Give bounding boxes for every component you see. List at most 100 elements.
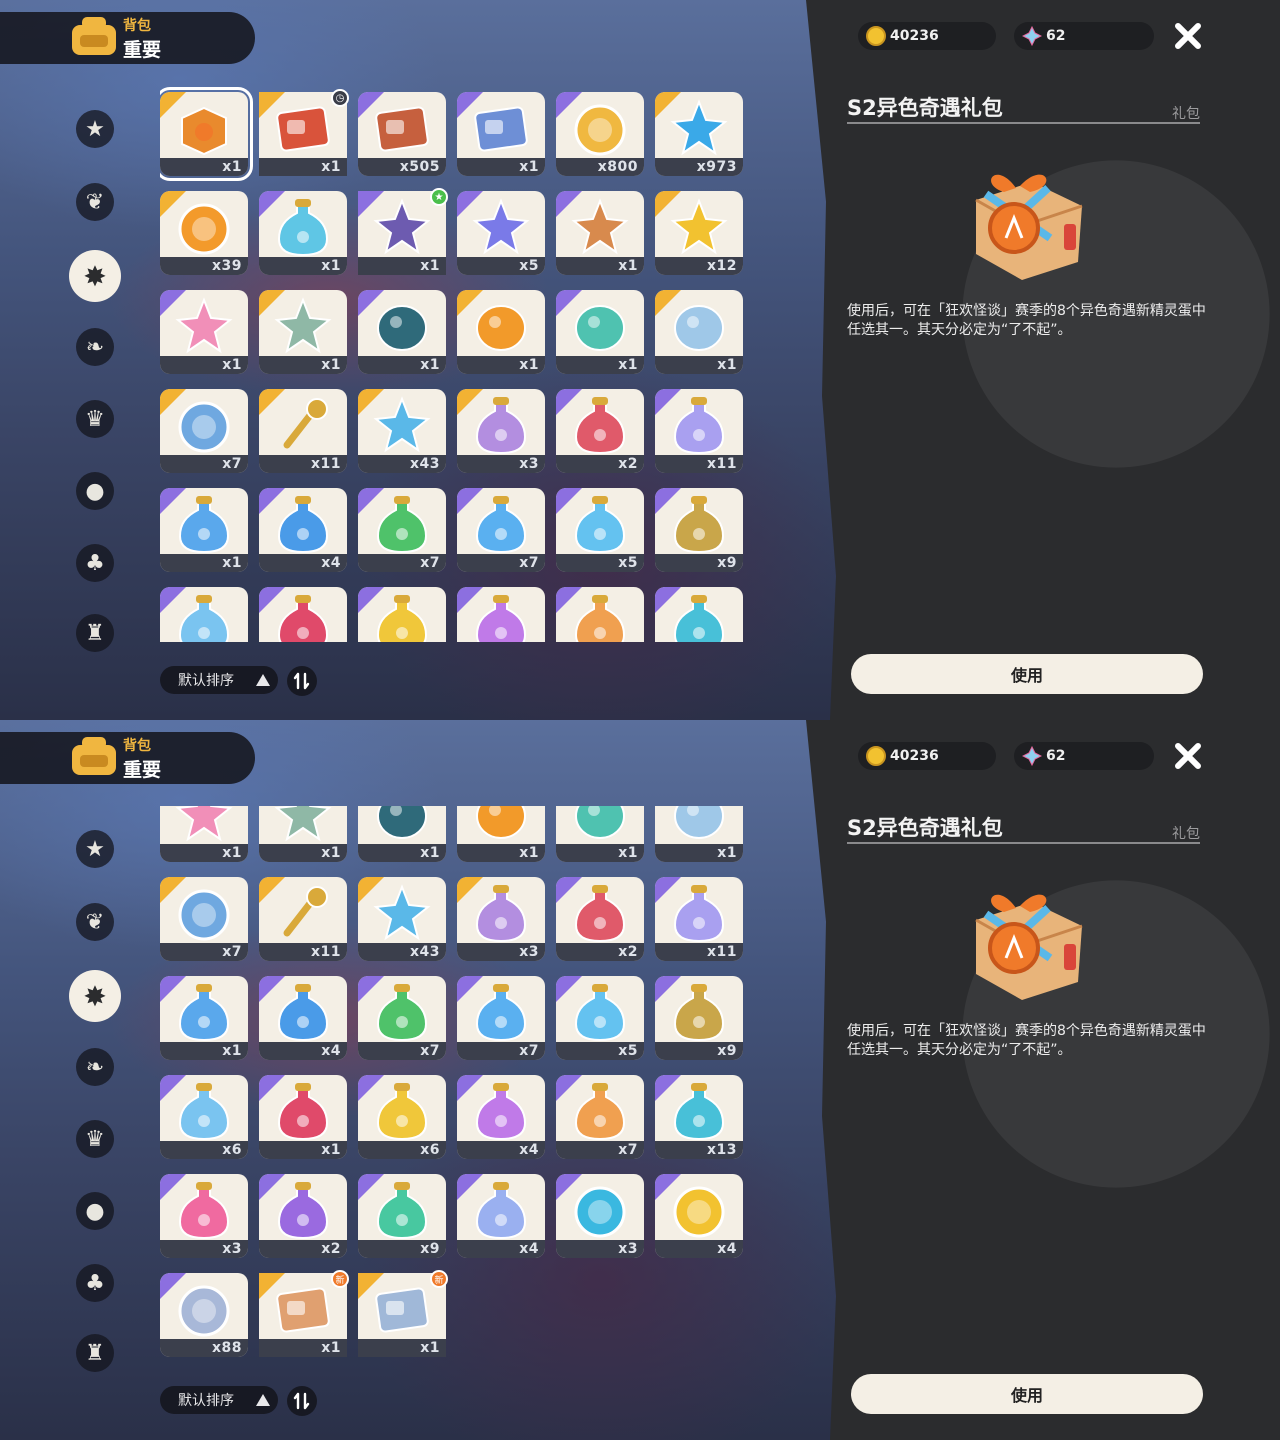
inventory-slot-crystal-potion[interactable]: x11 — [655, 389, 743, 473]
category-crown-card-icon[interactable]: ♛ — [76, 1120, 114, 1158]
inventory-slot-sky-potion[interactable]: x5 — [556, 976, 644, 1060]
inventory-slot-purple-gem[interactable]: x5 — [457, 191, 545, 275]
inventory-slot-green-potion[interactable]: x7 — [358, 976, 446, 1060]
category-acorn-icon[interactable]: ♣ — [76, 1264, 114, 1302]
category-sofa-icon[interactable]: ♜ — [76, 614, 114, 652]
close-icon[interactable] — [1170, 738, 1206, 774]
inventory-slot-rainbow-potion[interactable]: x3 — [457, 389, 545, 473]
inventory-slot-gold-key[interactable]: x11 — [259, 877, 347, 961]
inventory-slot-blue-crystal[interactable]: x973 — [655, 92, 743, 176]
inventory-slot-night-egg[interactable]: x1 — [358, 806, 446, 862]
amber-potion-icon — [376, 595, 428, 642]
gem-icon — [1022, 746, 1042, 766]
category-star-badge-icon[interactable]: ★ — [76, 110, 114, 148]
category-dice-leaf-icon[interactable]: ❧ — [76, 328, 114, 366]
use-button[interactable]: 使用 — [851, 654, 1203, 694]
category-leaf-icon[interactable]: ❦ — [76, 903, 114, 941]
inventory-slot-pink-star-crystal[interactable]: x1 — [160, 290, 248, 374]
inventory-slot-night-egg[interactable]: x1 — [358, 290, 446, 374]
sort-order-toggle[interactable] — [287, 666, 317, 696]
inventory-slot-sky-potion[interactable]: x5 — [556, 488, 644, 572]
inventory-slot-orange-medal[interactable]: x39 — [160, 191, 248, 275]
inventory-slot-moon-potion[interactable]: x2 — [259, 1174, 347, 1258]
inventory-slot-ice-potion[interactable] — [160, 587, 248, 642]
category-dice-leaf-icon[interactable]: ❧ — [76, 1048, 114, 1086]
sort-dropdown[interactable]: 默认排序 — [160, 1386, 278, 1414]
category-cookie-icon[interactable]: ● — [76, 1192, 114, 1230]
close-icon[interactable] — [1170, 18, 1206, 54]
inventory-slot-amber-potion[interactable] — [358, 587, 446, 642]
inventory-slot-mirror[interactable]: x1 — [655, 290, 743, 374]
inventory-slot-fox-mask[interactable]: x1 — [556, 806, 644, 862]
inventory-slot-mint-potion[interactable]: x9 — [358, 1174, 446, 1258]
inventory-slot-gold-potion[interactable]: x9 — [655, 976, 743, 1060]
inventory-slot-gold-star[interactable]: x12 — [655, 191, 743, 275]
inventory-slot-blue-ring[interactable]: x7 — [160, 389, 248, 473]
category-crown-card-icon[interactable]: ♛ — [76, 400, 114, 438]
inventory-slot-crown-crystal[interactable]: x1 — [259, 290, 347, 374]
inventory-slot-blue-flask[interactable]: x1 — [160, 976, 248, 1060]
inventory-slot-star-wand[interactable]: x43 — [358, 877, 446, 961]
inventory-slot-heart-potion[interactable]: x3 — [160, 1174, 248, 1258]
category-sparkle-star-icon[interactable]: ✸ — [69, 970, 121, 1022]
inventory-slot-ruby-potion[interactable] — [259, 587, 347, 642]
inventory-slot-orange-potion[interactable]: x7 — [556, 1075, 644, 1159]
id-card-icon — [474, 106, 528, 152]
category-star-badge-icon[interactable]: ★ — [76, 830, 114, 868]
inventory-slot-rabbit-card[interactable]: x505 — [358, 92, 446, 176]
sort-order-toggle[interactable] — [287, 1386, 317, 1416]
inventory-slot-blue-ring[interactable]: x7 — [160, 877, 248, 961]
inventory-slot-teal-potion[interactable]: x13 — [655, 1075, 743, 1159]
inventory-slot-silver-coin[interactable]: x88 — [160, 1273, 248, 1357]
inventory-slot-ruby-potion[interactable]: x1 — [259, 1075, 347, 1159]
inventory-slot-water-scroll[interactable]: x1 新 — [358, 1270, 448, 1357]
inventory-slot-azure-potion[interactable]: x7 — [457, 976, 545, 1060]
inventory-slot-water-bottle[interactable]: x1 — [259, 191, 347, 275]
inventory-slot-orange-potion[interactable] — [556, 587, 644, 642]
item-grid-viewport[interactable]: x1 x1 x1 x1 x1 x1 x7 x11 x43 x3 x2 x11 x1 x4 x7 x7 x5 x9 x… — [160, 806, 760, 1362]
inventory-slot-violet-potion[interactable]: x4 — [457, 1075, 545, 1159]
inventory-slot-gold-potion[interactable]: x9 — [655, 488, 743, 572]
category-cookie-icon[interactable]: ● — [76, 472, 114, 510]
inventory-slot-mirror[interactable]: x1 — [655, 806, 743, 862]
inventory-slot-amber-potion[interactable]: x6 — [358, 1075, 446, 1159]
inventory-slot-teal-potion[interactable] — [655, 587, 743, 642]
inventory-slot-ice-potion[interactable]: x6 — [160, 1075, 248, 1159]
inventory-slot-flame-flower[interactable]: x1 — [457, 290, 545, 374]
inventory-slot-id-card[interactable]: x1 — [457, 92, 545, 176]
inventory-slot-violet-potion[interactable] — [457, 587, 545, 642]
inventory-slot-star-box[interactable]: x1 — [556, 191, 644, 275]
inventory-slot-gold-key[interactable]: x11 — [259, 389, 347, 473]
category-sofa-icon[interactable]: ♜ — [76, 1334, 114, 1372]
item-count: x1 — [321, 1340, 341, 1356]
inventory-slot-rainbow-potion[interactable]: x3 — [457, 877, 545, 961]
inventory-slot-fire-scroll[interactable]: x1 新 — [259, 1270, 349, 1357]
inventory-slot-fox-mask[interactable]: x1 — [556, 290, 644, 374]
inventory-slot-blue-potion[interactable]: x4 — [259, 976, 347, 1060]
inventory-slot-blue-star-coin[interactable]: x3 — [556, 1174, 644, 1258]
item-count: x11 — [310, 456, 341, 472]
inventory-slot-star-pouch[interactable]: x1 ★ — [358, 188, 448, 275]
category-acorn-icon[interactable]: ♣ — [76, 544, 114, 582]
inventory-slot-star-wand[interactable]: x43 — [358, 389, 446, 473]
inventory-slot-red-potion[interactable]: x2 — [556, 877, 644, 961]
inventory-slot-ticket-card[interactable]: x1 ◷ — [259, 89, 349, 176]
category-sparkle-star-icon[interactable]: ✸ — [69, 250, 121, 302]
inventory-slot-blue-potion[interactable]: x4 — [259, 488, 347, 572]
inventory-slot-flame-flower[interactable]: x1 — [457, 806, 545, 862]
inventory-slot-crystal-potion[interactable]: x11 — [655, 877, 743, 961]
inventory-slot-crown-crystal[interactable]: x1 — [259, 806, 347, 862]
inventory-slot-red-potion[interactable]: x2 — [556, 389, 644, 473]
inventory-slot-swirl-potion[interactable]: x4 — [457, 1174, 545, 1258]
inventory-slot-gold-star-coin[interactable]: x4 — [655, 1174, 743, 1258]
inventory-slot-gold-coin-camera[interactable]: x800 — [556, 92, 644, 176]
sort-dropdown[interactable]: 默认排序 — [160, 666, 278, 694]
use-button[interactable]: 使用 — [851, 1374, 1203, 1414]
inventory-slot-gift-box[interactable]: x1 — [160, 87, 253, 181]
inventory-slot-green-potion[interactable]: x7 — [358, 488, 446, 572]
category-leaf-icon[interactable]: ❦ — [76, 183, 114, 221]
inventory-slot-pink-star-crystal[interactable]: x1 — [160, 806, 248, 862]
inventory-slot-blue-flask[interactable]: x1 — [160, 488, 248, 572]
inventory-slot-azure-potion[interactable]: x7 — [457, 488, 545, 572]
item-grid-viewport[interactable]: x1 x1 ◷ x505 x1 x800 x973 x39 x1 x1 ★ x5 x1 x12 x1 x1 x1… — [160, 86, 760, 642]
